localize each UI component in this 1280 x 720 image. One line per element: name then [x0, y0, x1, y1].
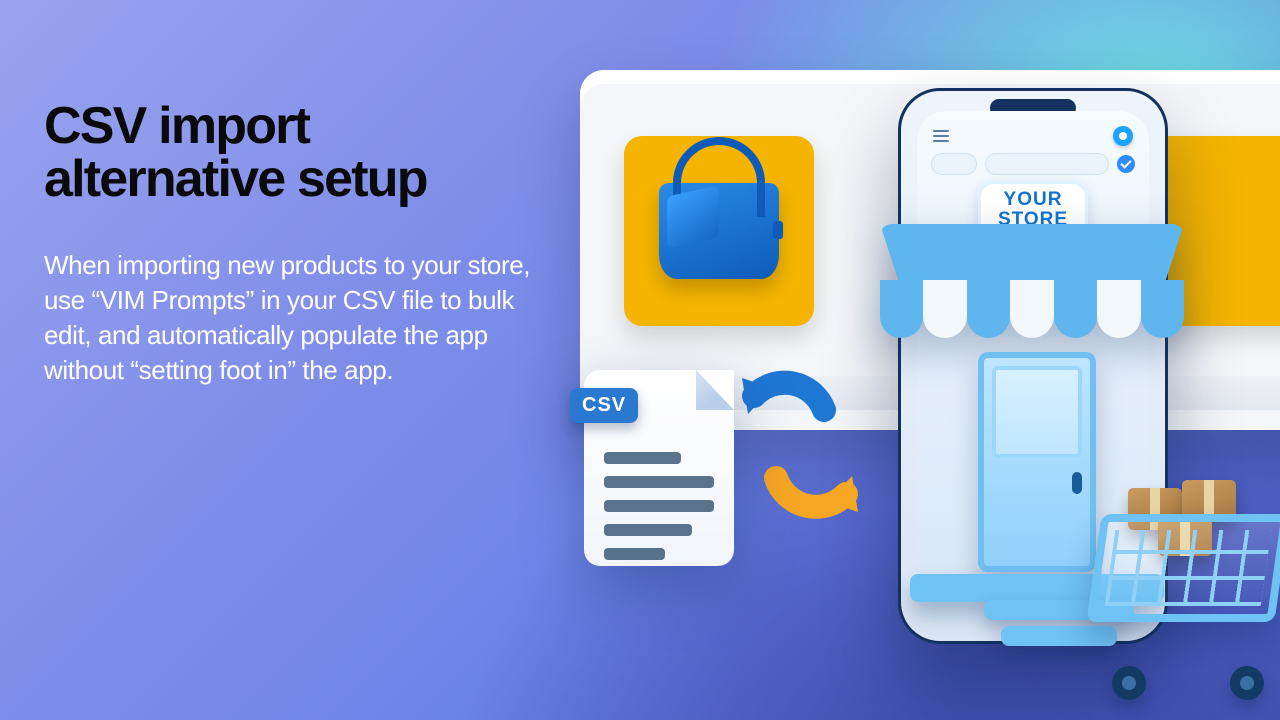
search-row [931, 153, 1135, 175]
arrow-orange-icon [752, 408, 872, 528]
csv-file-lines [604, 452, 714, 560]
sync-arrows-icon [734, 378, 874, 518]
store-name-line-1: YOUR [1004, 189, 1063, 210]
shopping-cart-icon [1070, 480, 1280, 700]
csv-badge: CSV [570, 388, 638, 423]
headline-line-2: alternative setup [44, 150, 427, 208]
product-tile-handbag [624, 136, 814, 326]
filter-pill [931, 153, 977, 175]
handbag-icon [624, 136, 814, 326]
headline-line-1: CSV import [44, 97, 309, 155]
csv-file-icon: CSV [584, 370, 734, 566]
storefront-awning [880, 224, 1184, 340]
promo-slide: CSV import alternative setup When import… [0, 0, 1280, 720]
search-pill [985, 153, 1109, 175]
hamburger-menu-icon [933, 130, 949, 142]
headline: CSV import alternative setup [44, 100, 584, 206]
confirm-check-icon [1117, 155, 1135, 173]
subheading: When importing new products to your stor… [44, 248, 554, 388]
location-pin-icon [1113, 126, 1133, 146]
